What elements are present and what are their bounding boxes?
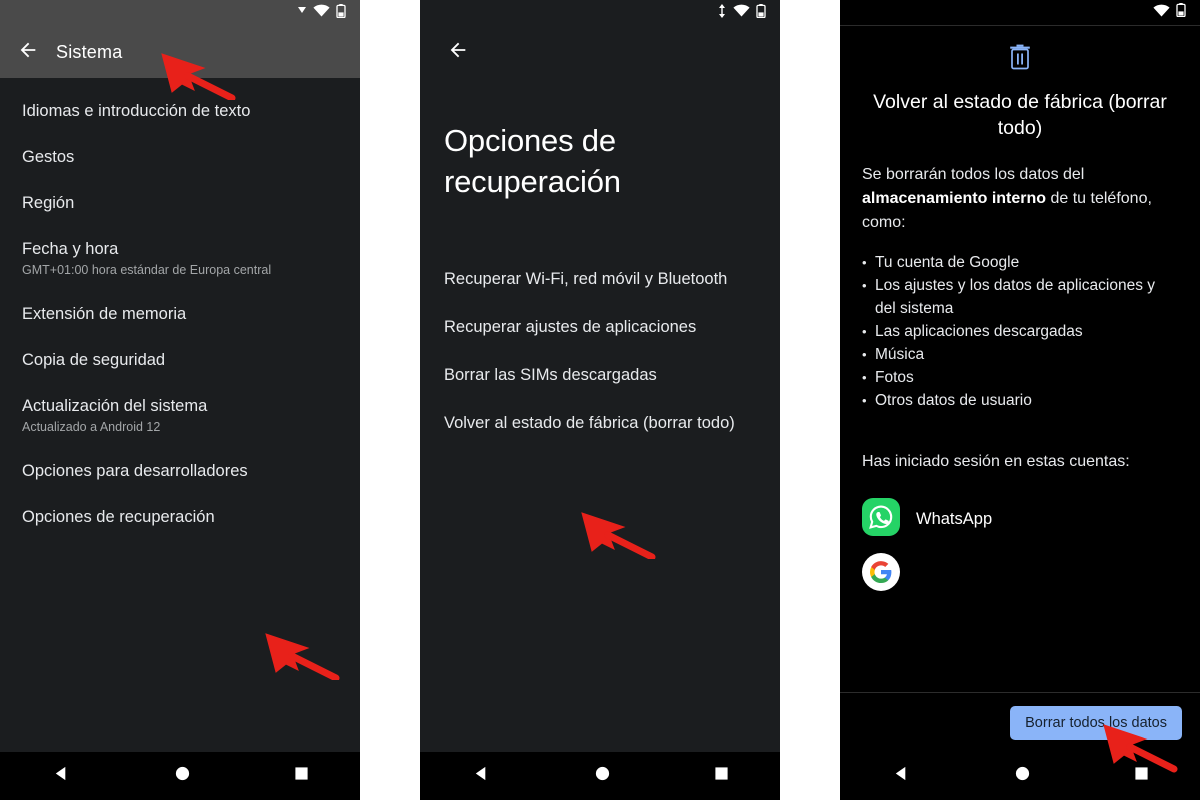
list-item-region[interactable]: Región — [0, 180, 360, 226]
list-item-title: Copia de seguridad — [22, 351, 166, 369]
status-bar — [420, 0, 780, 26]
list-item-title: Recuperar Wi-Fi, red móvil y Bluetooth — [444, 270, 728, 288]
list-item: Música — [862, 343, 1178, 366]
nav-home-icon[interactable] — [594, 765, 611, 787]
wifi-icon — [313, 4, 330, 22]
dialog-action-bar: Borrar todos los datos — [840, 692, 1200, 752]
list-item: Otros datos de usuario — [862, 389, 1178, 412]
list-item-extension-memoria[interactable]: Extensión de memoria — [0, 291, 360, 337]
battery-icon — [1176, 3, 1186, 22]
phone-screen-factory-reset-confirm: Volver al estado de fábrica (borrar todo… — [840, 0, 1200, 800]
nav-home-icon[interactable] — [174, 765, 191, 787]
list-item-opciones-recuperacion[interactable]: Opciones de recuperación — [0, 494, 360, 540]
account-name: WhatsApp — [916, 510, 993, 528]
phone-screen-sistema: Sistema Idiomas e introducción de texto … — [0, 0, 360, 800]
nav-home-icon[interactable] — [1014, 765, 1031, 787]
list-item-subtitle: Actualizado a Android 12 — [22, 420, 161, 434]
recovery-options-list: Recuperar Wi-Fi, red móvil y Bluetooth R… — [420, 255, 780, 447]
back-button[interactable] — [436, 30, 480, 74]
list-item-actualizacion-sistema[interactable]: Actualización del sistema Actualizado a … — [0, 383, 360, 448]
status-bar — [0, 0, 360, 26]
erase-all-data-button[interactable]: Borrar todos los datos — [1010, 705, 1182, 740]
nav-back-icon[interactable] — [892, 764, 911, 788]
account-row-google — [840, 547, 1200, 602]
list-item-recuperar-red[interactable]: Recuperar Wi-Fi, red móvil y Bluetooth — [420, 255, 780, 303]
list-item-title: Idiomas e introducción de texto — [22, 102, 251, 120]
back-button[interactable] — [0, 26, 56, 78]
list-item-title: Borrar las SIMs descargadas — [444, 366, 657, 384]
nav-recents-icon[interactable] — [294, 766, 309, 786]
trash-icon — [1008, 44, 1032, 75]
battery-icon — [756, 3, 766, 23]
list-item: Los ajustes y los datos de aplicaciones … — [862, 274, 1178, 320]
list-item: Las aplicaciones descargadas — [862, 320, 1178, 343]
list-item: Tu cuenta de Google — [862, 251, 1178, 274]
nav-back-icon[interactable] — [52, 764, 71, 788]
trash-icon-wrap — [840, 44, 1200, 75]
google-icon — [862, 553, 900, 596]
list-item-borrar-sims[interactable]: Borrar las SIMs descargadas — [420, 351, 780, 399]
data-transfer-icon — [717, 3, 727, 23]
description-emphasis: almacenamiento interno — [862, 190, 1047, 207]
list-item-title: Volver al estado de fábrica (borrar todo… — [444, 414, 735, 432]
list-item-title: Extensión de memoria — [22, 305, 187, 323]
list-item-idiomas[interactable]: Idiomas e introducción de texto — [0, 88, 360, 134]
navigation-bar — [420, 752, 780, 800]
list-item-title: Actualización del sistema — [22, 397, 208, 415]
account-row-whatsapp: WhatsApp — [840, 492, 1200, 547]
list-item-title: Fecha y hora — [22, 240, 119, 258]
list-item-recuperar-ajustes-apps[interactable]: Recuperar ajustes de aplicaciones — [420, 303, 780, 351]
list-item-volver-estado-fabrica[interactable]: Volver al estado de fábrica (borrar todo… — [420, 399, 780, 447]
signal-triangle-icon — [298, 4, 307, 22]
list-item-fecha-y-hora[interactable]: Fecha y hora GMT+01:00 hora estándar de … — [0, 226, 360, 291]
list-item-subtitle: GMT+01:00 hora estándar de Europa centra… — [22, 263, 272, 277]
page-title: Sistema — [56, 41, 123, 62]
phone-screen-opciones-recuperacion: Opciones de recuperación Recuperar Wi-Fi… — [420, 0, 780, 800]
status-bar — [840, 0, 1200, 26]
erased-items-list: Tu cuenta de Google Los ajustes y los da… — [862, 251, 1178, 412]
nav-recents-icon[interactable] — [714, 766, 729, 786]
accounts-list: WhatsApp — [840, 492, 1200, 602]
back-arrow-icon — [17, 39, 39, 66]
list-item-opciones-desarrolladores[interactable]: Opciones para desarrolladores — [0, 448, 360, 494]
description-part-1: Se borrarán todos los datos del — [862, 166, 1085, 183]
screenshot-stage: Sistema Idiomas e introducción de texto … — [0, 0, 1200, 800]
nav-back-icon[interactable] — [472, 764, 491, 788]
settings-list: Idiomas e introducción de texto Gestos R… — [0, 88, 360, 540]
list-item-title: Gestos — [22, 148, 75, 166]
list-item-gestos[interactable]: Gestos — [0, 134, 360, 180]
list-item: Fotos — [862, 366, 1178, 389]
dialog-body: Volver al estado de fábrica (borrar todo… — [840, 27, 1200, 800]
list-item-copia-seguridad[interactable]: Copia de seguridad — [0, 337, 360, 383]
navigation-bar — [840, 752, 1200, 800]
dialog-title: Volver al estado de fábrica (borrar todo… — [873, 91, 1167, 139]
accounts-label: Has iniciado sesión en estas cuentas: — [862, 453, 1130, 470]
list-item-title: Región — [22, 194, 75, 212]
list-item-title: Recuperar ajustes de aplicaciones — [444, 318, 697, 336]
dialog-description: Se borrarán todos los datos del almacena… — [862, 163, 1178, 235]
back-arrow-icon — [447, 39, 469, 66]
app-bar: Sistema — [0, 26, 360, 78]
nav-recents-icon[interactable] — [1134, 766, 1149, 786]
battery-icon — [336, 3, 346, 23]
navigation-bar — [0, 752, 360, 800]
list-item-title: Opciones de recuperación — [22, 508, 215, 526]
page-title: Opciones de recuperación — [444, 123, 621, 199]
wifi-icon — [733, 4, 750, 22]
whatsapp-icon — [862, 498, 900, 541]
list-item-title: Opciones para desarrolladores — [22, 462, 248, 480]
wifi-icon — [1153, 4, 1170, 22]
